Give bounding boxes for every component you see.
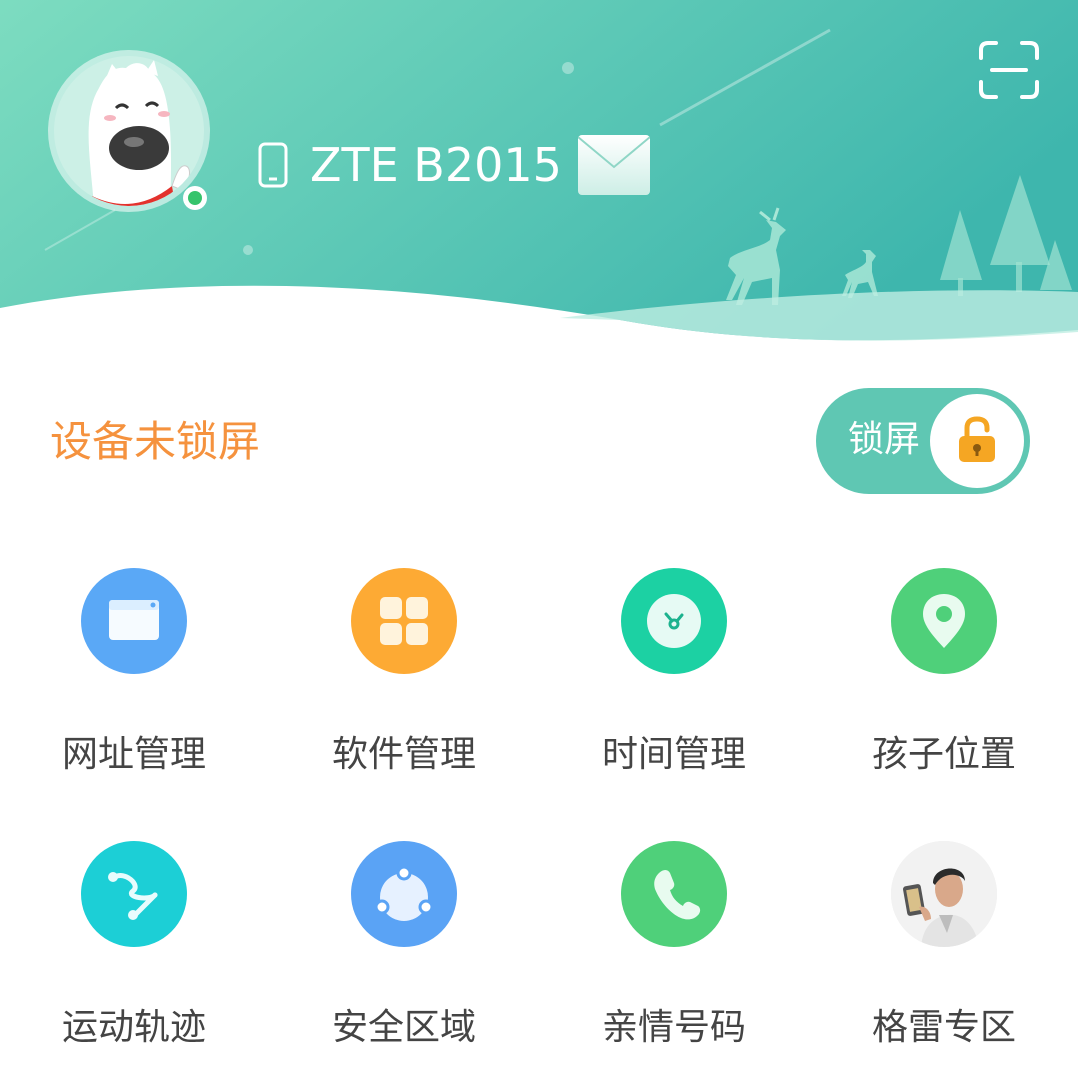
location-pin-icon	[891, 568, 997, 674]
lock-screen-label: 锁屏	[848, 419, 921, 460]
feature-label: 网址管理	[61, 734, 206, 775]
browser-window-icon	[81, 568, 187, 674]
feature-label: 安全区域	[331, 1007, 476, 1048]
lock-status-text: 设备未锁屏	[50, 417, 261, 466]
device-name: ZTE B2015	[310, 138, 562, 192]
feature-label: 亲情号码	[601, 1007, 746, 1048]
dog-mascot-icon	[54, 56, 204, 206]
mail-icon[interactable]	[577, 135, 650, 195]
scan-icon[interactable]	[978, 40, 1040, 100]
feature-label: 运动轨迹	[61, 1007, 206, 1048]
online-status-dot	[183, 186, 207, 210]
lock-screen-toggle[interactable]: 锁屏	[816, 388, 1030, 494]
feature-label: 软件管理	[331, 734, 476, 775]
safe-zone-icon	[351, 841, 457, 947]
device-info[interactable]: ZTE B2015	[258, 132, 650, 198]
phone-icon	[258, 142, 288, 188]
header-banner: ZTE B2015	[0, 0, 1078, 350]
feature-label: 孩子位置	[871, 734, 1016, 775]
avatar[interactable]	[48, 50, 210, 212]
unlocked-padlock-icon	[959, 416, 995, 462]
phone-call-icon	[621, 841, 727, 947]
clock-icon	[621, 568, 727, 674]
feature-label: 时间管理	[601, 734, 746, 775]
promo-photo-icon	[891, 841, 997, 947]
route-icon	[81, 841, 187, 947]
lock-toggle-knob	[930, 394, 1024, 488]
app-grid-icon	[351, 568, 457, 674]
feature-label: 格雷专区	[871, 1007, 1016, 1048]
